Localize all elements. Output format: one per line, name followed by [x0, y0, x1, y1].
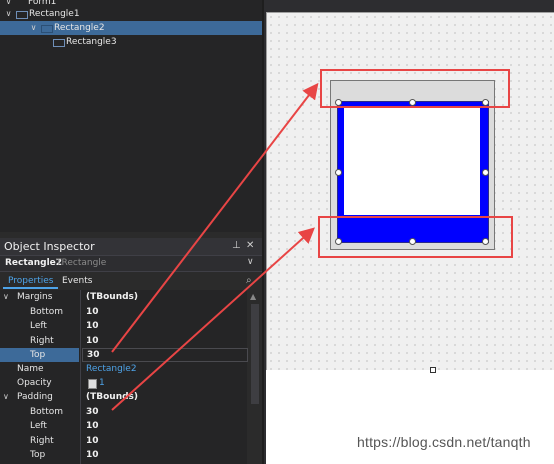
arrow-padding-bottom — [111, 227, 315, 411]
watermark-text: https://blog.csdn.net/tanqth — [357, 434, 531, 450]
arrow-margins-top — [111, 82, 319, 353]
annotation-arrows — [111, 82, 319, 411]
